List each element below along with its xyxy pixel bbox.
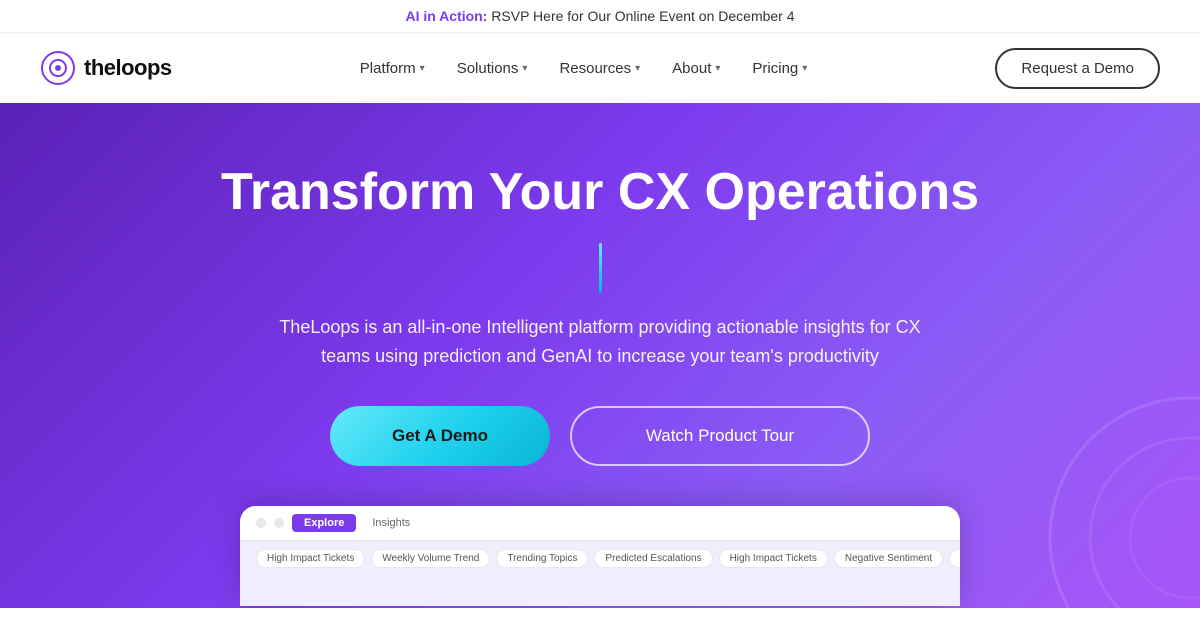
hero-buttons: Get A Demo Watch Product Tour <box>330 406 870 466</box>
logo-link[interactable]: theloops <box>40 50 172 86</box>
tab-explore[interactable]: Explore <box>292 514 356 532</box>
request-demo-button[interactable]: Request a Demo <box>995 48 1160 89</box>
dashboard-tag: Predicted Escalations <box>594 549 712 568</box>
dashboard-tag: Negative Sentiment <box>834 549 943 568</box>
hero-section: Transform Your CX Operations TheLoops is… <box>0 103 1200 608</box>
dashboard-preview: Explore Insights High Impact Tickets Week… <box>240 506 960 606</box>
nav-item-about[interactable]: About ▾ <box>660 52 732 85</box>
get-demo-button[interactable]: Get A Demo <box>330 406 550 466</box>
hero-divider <box>599 243 602 293</box>
dashboard-tags: High Impact Tickets Weekly Volume Trend Tr… <box>240 541 960 576</box>
hero-subtitle: TheLoops is an all-in-one Intelligent pl… <box>260 313 940 371</box>
watch-tour-button[interactable]: Watch Product Tour <box>570 406 870 466</box>
nav-item-platform[interactable]: Platform ▾ <box>348 52 437 85</box>
dashboard-dot <box>274 518 284 528</box>
nav-link-resources[interactable]: Resources ▾ <box>547 52 652 85</box>
logo-icon <box>40 50 76 86</box>
nav-item-pricing[interactable]: Pricing ▾ <box>740 52 819 85</box>
nav-link-pricing[interactable]: Pricing ▾ <box>740 52 819 85</box>
dashboard-tag: Weekly Volume Trend <box>371 549 490 568</box>
dashboard-tag: KPI % Escalations <box>949 549 960 568</box>
nav-item-solutions[interactable]: Solutions ▾ <box>445 52 540 85</box>
logo-text: theloops <box>84 55 172 81</box>
dashboard-tag: High Impact Tickets <box>719 549 828 568</box>
nav-link-solutions[interactable]: Solutions ▾ <box>445 52 540 85</box>
nav-link-about[interactable]: About ▾ <box>660 52 732 85</box>
banner-highlight: AI in Action: <box>405 8 487 24</box>
nav-item-resources[interactable]: Resources ▾ <box>547 52 652 85</box>
top-banner: AI in Action: RSVP Here for Our Online E… <box>0 0 1200 33</box>
tab-insights[interactable]: Insights <box>364 514 418 532</box>
nav-links: Platform ▾ Solutions ▾ Resources ▾ About… <box>348 52 820 85</box>
dashboard-header: Explore Insights <box>240 506 960 541</box>
chevron-icon: ▾ <box>522 63 527 74</box>
hero-title: Transform Your CX Operations <box>221 163 979 223</box>
banner-text: RSVP Here for Our Online Event on Decemb… <box>487 8 794 24</box>
chevron-icon: ▾ <box>635 63 640 74</box>
chevron-icon: ▾ <box>420 63 425 74</box>
dashboard-tag: Trending Topics <box>496 549 588 568</box>
nav-link-platform[interactable]: Platform ▾ <box>348 52 437 85</box>
dashboard-dot <box>256 518 266 528</box>
chevron-icon: ▾ <box>715 63 720 74</box>
chevron-icon: ▾ <box>802 63 807 74</box>
dashboard-tag: High Impact Tickets <box>256 549 365 568</box>
navbar: theloops Platform ▾ Solutions ▾ Resource… <box>0 33 1200 103</box>
